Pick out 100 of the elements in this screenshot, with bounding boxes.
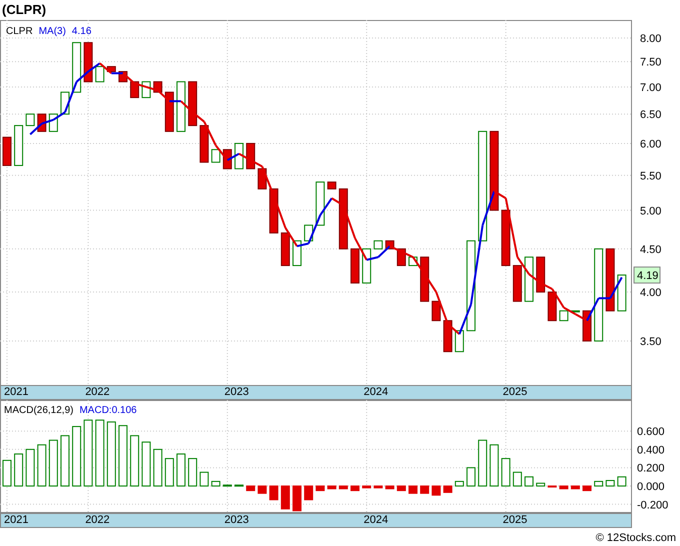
year-label: 2024 [364,514,388,527]
candlestick [501,210,510,266]
macd-value: MACD:0.106 [79,404,137,416]
candlestick [524,256,534,302]
candlestick [432,300,441,322]
candlestick [188,81,198,126]
price-tick-label: 6.00 [640,138,662,150]
histogram-bar [338,485,348,490]
candlestick [246,142,256,170]
candlestick [258,168,267,190]
price-tick-label: 5.00 [640,205,662,218]
histogram-bar [350,485,360,491]
candlestick [362,248,372,284]
macd-tick-label: -0.200 [637,499,668,512]
histogram-bar [106,421,116,486]
candlestick [72,42,82,93]
year-label: 2025 [502,386,528,399]
candlestick [559,310,568,322]
histogram-bar [524,476,534,486]
candlestick [606,248,615,312]
histogram-bar [408,485,418,494]
year-label: 2022 [85,514,110,527]
candlestick [548,292,557,322]
candlestick [2,136,12,166]
candlestick [338,188,348,250]
histogram-bar [246,485,256,491]
histogram-bar [443,485,452,493]
histogram-bar [466,467,476,486]
histogram-bar [362,485,372,488]
macd-tick-label: 0.200 [637,462,665,475]
candlestick [84,42,93,82]
histogram-bar [490,444,499,486]
candlestick [234,142,244,170]
price-tick-label: 4.50 [640,244,662,256]
candlestick [617,274,626,312]
histogram-bar [316,485,325,491]
histogram-bar [84,420,93,486]
histogram-bar [188,458,198,486]
histogram-bar [234,484,244,486]
chart-title: (CLPR) [2,1,46,20]
histogram-bar [164,458,174,486]
candlestick [280,232,290,266]
histogram-bar [594,480,604,486]
histogram-bar [153,448,162,486]
candlestick [350,248,360,284]
histogram-bar [72,426,82,486]
price-tick-label: 8.00 [640,32,662,45]
histogram-bar [582,485,592,491]
candlestick [512,264,522,302]
candlestick [48,114,58,132]
candlestick [106,66,116,72]
histogram-bar [304,485,314,500]
histogram-bar [454,480,464,486]
histogram-bar [258,485,267,494]
candlestick [582,310,592,342]
price-tick-label: 3.50 [640,336,662,348]
histogram-bar [37,444,46,486]
histogram-bar [95,420,104,486]
year-label: 2024 [364,386,388,399]
macd-tick-label: 0.000 [637,480,665,493]
histogram-bar [60,435,70,486]
histogram-bar [2,460,12,486]
histogram-bar [501,458,510,486]
candlestick [536,256,546,292]
histogram-bar [222,484,232,486]
year-label: 2022 [85,386,110,399]
ma-legend: MA(3) [38,26,66,37]
histogram-bar [327,485,336,490]
histogram-bar [118,424,128,486]
histogram-bar [374,485,383,488]
macd-legend: MACD(26,12,9) [4,404,74,416]
histogram-bar [385,485,394,490]
histogram-bar [292,485,302,512]
candlestick [454,330,464,352]
histogram-bar [420,485,430,494]
histogram-bar [512,472,522,486]
price-tick-label: 7.00 [640,82,662,94]
price-tick-label: 7.50 [640,56,662,69]
histogram-bar [26,448,35,486]
candlestick [420,256,430,302]
histogram-bar [14,453,24,486]
year-label: 2023 [224,514,249,527]
price-tick-label: 5.50 [640,170,662,182]
symbol-legend: CLPR [6,26,33,37]
price-tick-label: 6.50 [640,109,662,122]
candlestick [211,149,220,163]
candlestick [26,114,35,126]
candlestick [176,81,186,132]
histogram-bar [478,440,488,486]
histogram-bar [48,440,58,486]
macd-tick-label: 0.400 [637,444,665,456]
histogram-bar [432,485,441,496]
histogram-bar [130,435,140,486]
histogram-bar [280,485,290,510]
histogram-bar [200,472,209,486]
macd-tick-label: 0.600 [637,426,665,438]
copyright-text: © 12Stocks.com [596,530,676,546]
histogram-bar [617,476,626,486]
candlestick [14,125,24,166]
year-label: 2023 [224,386,249,399]
